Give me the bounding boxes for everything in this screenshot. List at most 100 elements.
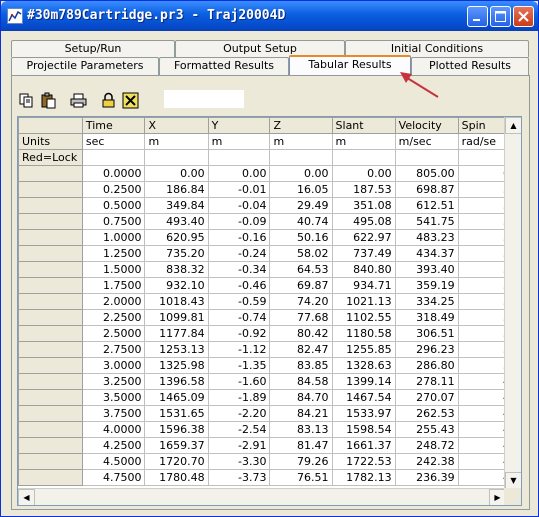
tab-plotted-results[interactable]: Plotted Results bbox=[411, 57, 529, 75]
table-row[interactable]: 3.25001396.58-1.6084.581399.14278.1149 bbox=[18, 373, 521, 390]
table-cell[interactable]: 306.51 bbox=[394, 325, 459, 342]
table-cell[interactable]: -2.20 bbox=[207, 405, 271, 422]
table-cell[interactable]: 1099.81 bbox=[144, 309, 209, 326]
table-cell[interactable]: 840.80 bbox=[331, 261, 396, 278]
table-cell[interactable]: -0.46 bbox=[207, 277, 271, 294]
table-cell[interactable]: -0.34 bbox=[207, 261, 271, 278]
table-cell[interactable]: 622.97 bbox=[331, 229, 396, 246]
table-cell[interactable]: 620.95 bbox=[144, 229, 209, 246]
table-cell[interactable]: 84.21 bbox=[269, 405, 333, 422]
clear-icon[interactable] bbox=[120, 90, 141, 111]
column-header[interactable]: X bbox=[144, 117, 209, 134]
column-header[interactable]: Velocity bbox=[394, 117, 459, 134]
table-cell[interactable]: 242.38 bbox=[394, 453, 459, 470]
table-row[interactable]: 3.75001531.65-2.2084.211533.97262.5348 bbox=[18, 405, 521, 422]
table-cell[interactable]: -0.24 bbox=[207, 245, 271, 262]
lock-icon[interactable] bbox=[98, 90, 119, 111]
table-row[interactable]: 1.2500735.20-0.2458.02737.49434.3755 bbox=[18, 245, 521, 262]
row-header[interactable] bbox=[18, 469, 83, 486]
table-cell[interactable]: -1.35 bbox=[207, 357, 271, 374]
table-cell[interactable]: 1467.54 bbox=[331, 389, 396, 406]
scroll-up-button[interactable]: ▲ bbox=[505, 117, 521, 134]
table-cell[interactable]: 349.84 bbox=[144, 197, 209, 214]
table-cell[interactable]: 84.58 bbox=[269, 373, 333, 390]
table-cell[interactable]: 1531.65 bbox=[144, 405, 209, 422]
tab-setup-run[interactable]: Setup/Run bbox=[11, 40, 175, 57]
row-header[interactable] bbox=[18, 181, 83, 198]
table-cell[interactable]: 1180.58 bbox=[331, 325, 396, 342]
table-cell[interactable]: 58.02 bbox=[269, 245, 333, 262]
minimize-button[interactable] bbox=[467, 6, 488, 27]
row-header[interactable] bbox=[18, 373, 83, 390]
row-header[interactable] bbox=[18, 277, 83, 294]
table-row[interactable]: 2.50001177.84-0.9280.421180.58306.5151 bbox=[18, 325, 521, 342]
table-cell[interactable]: 2.2500 bbox=[81, 309, 146, 326]
table-cell[interactable]: 1.5000 bbox=[81, 261, 146, 278]
table-cell[interactable]: 1018.43 bbox=[144, 293, 209, 310]
table-cell[interactable]: 0.00 bbox=[331, 165, 396, 182]
row-header[interactable] bbox=[18, 437, 83, 454]
row-header[interactable] bbox=[18, 453, 83, 470]
table-cell[interactable]: 236.39 bbox=[394, 469, 459, 486]
table-cell[interactable]: 483.23 bbox=[394, 229, 459, 246]
table-cell[interactable]: 186.84 bbox=[144, 181, 209, 198]
table-cell[interactable]: 296.23 bbox=[394, 341, 459, 358]
table-cell[interactable]: 83.13 bbox=[269, 421, 333, 438]
table-cell[interactable]: 1021.13 bbox=[331, 293, 396, 310]
table-cell[interactable]: 1253.13 bbox=[144, 341, 209, 358]
row-header[interactable] bbox=[18, 389, 83, 406]
table-cell[interactable]: 0.00 bbox=[207, 165, 271, 182]
table-row[interactable]: 0.5000349.84-0.0429.49351.08612.5158 bbox=[18, 197, 521, 214]
table-cell[interactable]: 495.08 bbox=[331, 213, 396, 230]
table-cell[interactable]: 3.7500 bbox=[81, 405, 146, 422]
table-cell[interactable]: -0.01 bbox=[207, 181, 271, 198]
table-cell[interactable]: 932.10 bbox=[144, 277, 209, 294]
table-cell[interactable]: 1177.84 bbox=[144, 325, 209, 342]
table-cell[interactable]: 278.11 bbox=[394, 373, 459, 390]
table-row[interactable]: 2.75001253.13-1.1282.471255.85296.2351 bbox=[18, 341, 521, 358]
table-cell[interactable]: 393.40 bbox=[394, 261, 459, 278]
table-row[interactable]: 1.0000620.95-0.1650.16622.97483.2356 bbox=[18, 229, 521, 246]
results-grid[interactable]: Time X Y Z Slant Velocity Spin Units sec m m m m m/se… bbox=[17, 116, 522, 506]
close-button[interactable] bbox=[513, 6, 534, 27]
print-icon[interactable] bbox=[68, 90, 89, 111]
table-cell[interactable]: 84.70 bbox=[269, 389, 333, 406]
table-cell[interactable]: 735.20 bbox=[144, 245, 209, 262]
table-cell[interactable]: 83.85 bbox=[269, 357, 333, 374]
table-cell[interactable]: 77.68 bbox=[269, 309, 333, 326]
table-cell[interactable]: 3.5000 bbox=[81, 389, 146, 406]
table-cell[interactable]: 318.49 bbox=[394, 309, 459, 326]
table-cell[interactable]: 1.7500 bbox=[81, 277, 146, 294]
table-cell[interactable]: -2.54 bbox=[207, 421, 271, 438]
title-bar[interactable]: #30m789Cartridge.pr3 - Traj20004D bbox=[1, 1, 538, 31]
table-cell[interactable]: 1780.48 bbox=[144, 469, 209, 486]
table-cell[interactable]: 493.40 bbox=[144, 213, 209, 230]
table-row[interactable]: 4.75001780.48-3.7376.511782.13236.3946 bbox=[18, 469, 521, 486]
lock-cell[interactable] bbox=[207, 149, 271, 166]
copy-icon[interactable] bbox=[16, 90, 37, 111]
column-header[interactable]: Time bbox=[81, 117, 146, 134]
row-header[interactable] bbox=[18, 357, 83, 374]
table-cell[interactable]: 255.43 bbox=[394, 421, 459, 438]
table-cell[interactable]: -0.74 bbox=[207, 309, 271, 326]
table-cell[interactable]: 698.87 bbox=[394, 181, 459, 198]
lock-cell[interactable] bbox=[269, 149, 333, 166]
tab-projectile-parameters[interactable]: Projectile Parameters bbox=[11, 57, 159, 75]
table-cell[interactable]: 270.07 bbox=[394, 389, 459, 406]
table-cell[interactable]: 2.5000 bbox=[81, 325, 146, 342]
table-cell[interactable]: 1659.37 bbox=[144, 437, 209, 454]
table-cell[interactable]: -0.59 bbox=[207, 293, 271, 310]
row-header[interactable] bbox=[18, 245, 83, 262]
lock-cell[interactable] bbox=[81, 149, 146, 166]
table-cell[interactable]: 0.7500 bbox=[81, 213, 146, 230]
table-cell[interactable]: 4.2500 bbox=[81, 437, 146, 454]
table-row[interactable]: 2.00001018.43-0.5974.201021.13334.2553 bbox=[18, 293, 521, 310]
table-cell[interactable]: -3.30 bbox=[207, 453, 271, 470]
row-header[interactable] bbox=[18, 197, 83, 214]
table-cell[interactable]: 1722.53 bbox=[331, 453, 396, 470]
toolbar-input[interactable] bbox=[164, 90, 244, 108]
table-cell[interactable]: 0.2500 bbox=[81, 181, 146, 198]
table-cell[interactable]: 80.42 bbox=[269, 325, 333, 342]
table-row[interactable]: 0.2500186.84-0.0116.05187.53698.8759 bbox=[18, 181, 521, 198]
row-header[interactable] bbox=[18, 293, 83, 310]
